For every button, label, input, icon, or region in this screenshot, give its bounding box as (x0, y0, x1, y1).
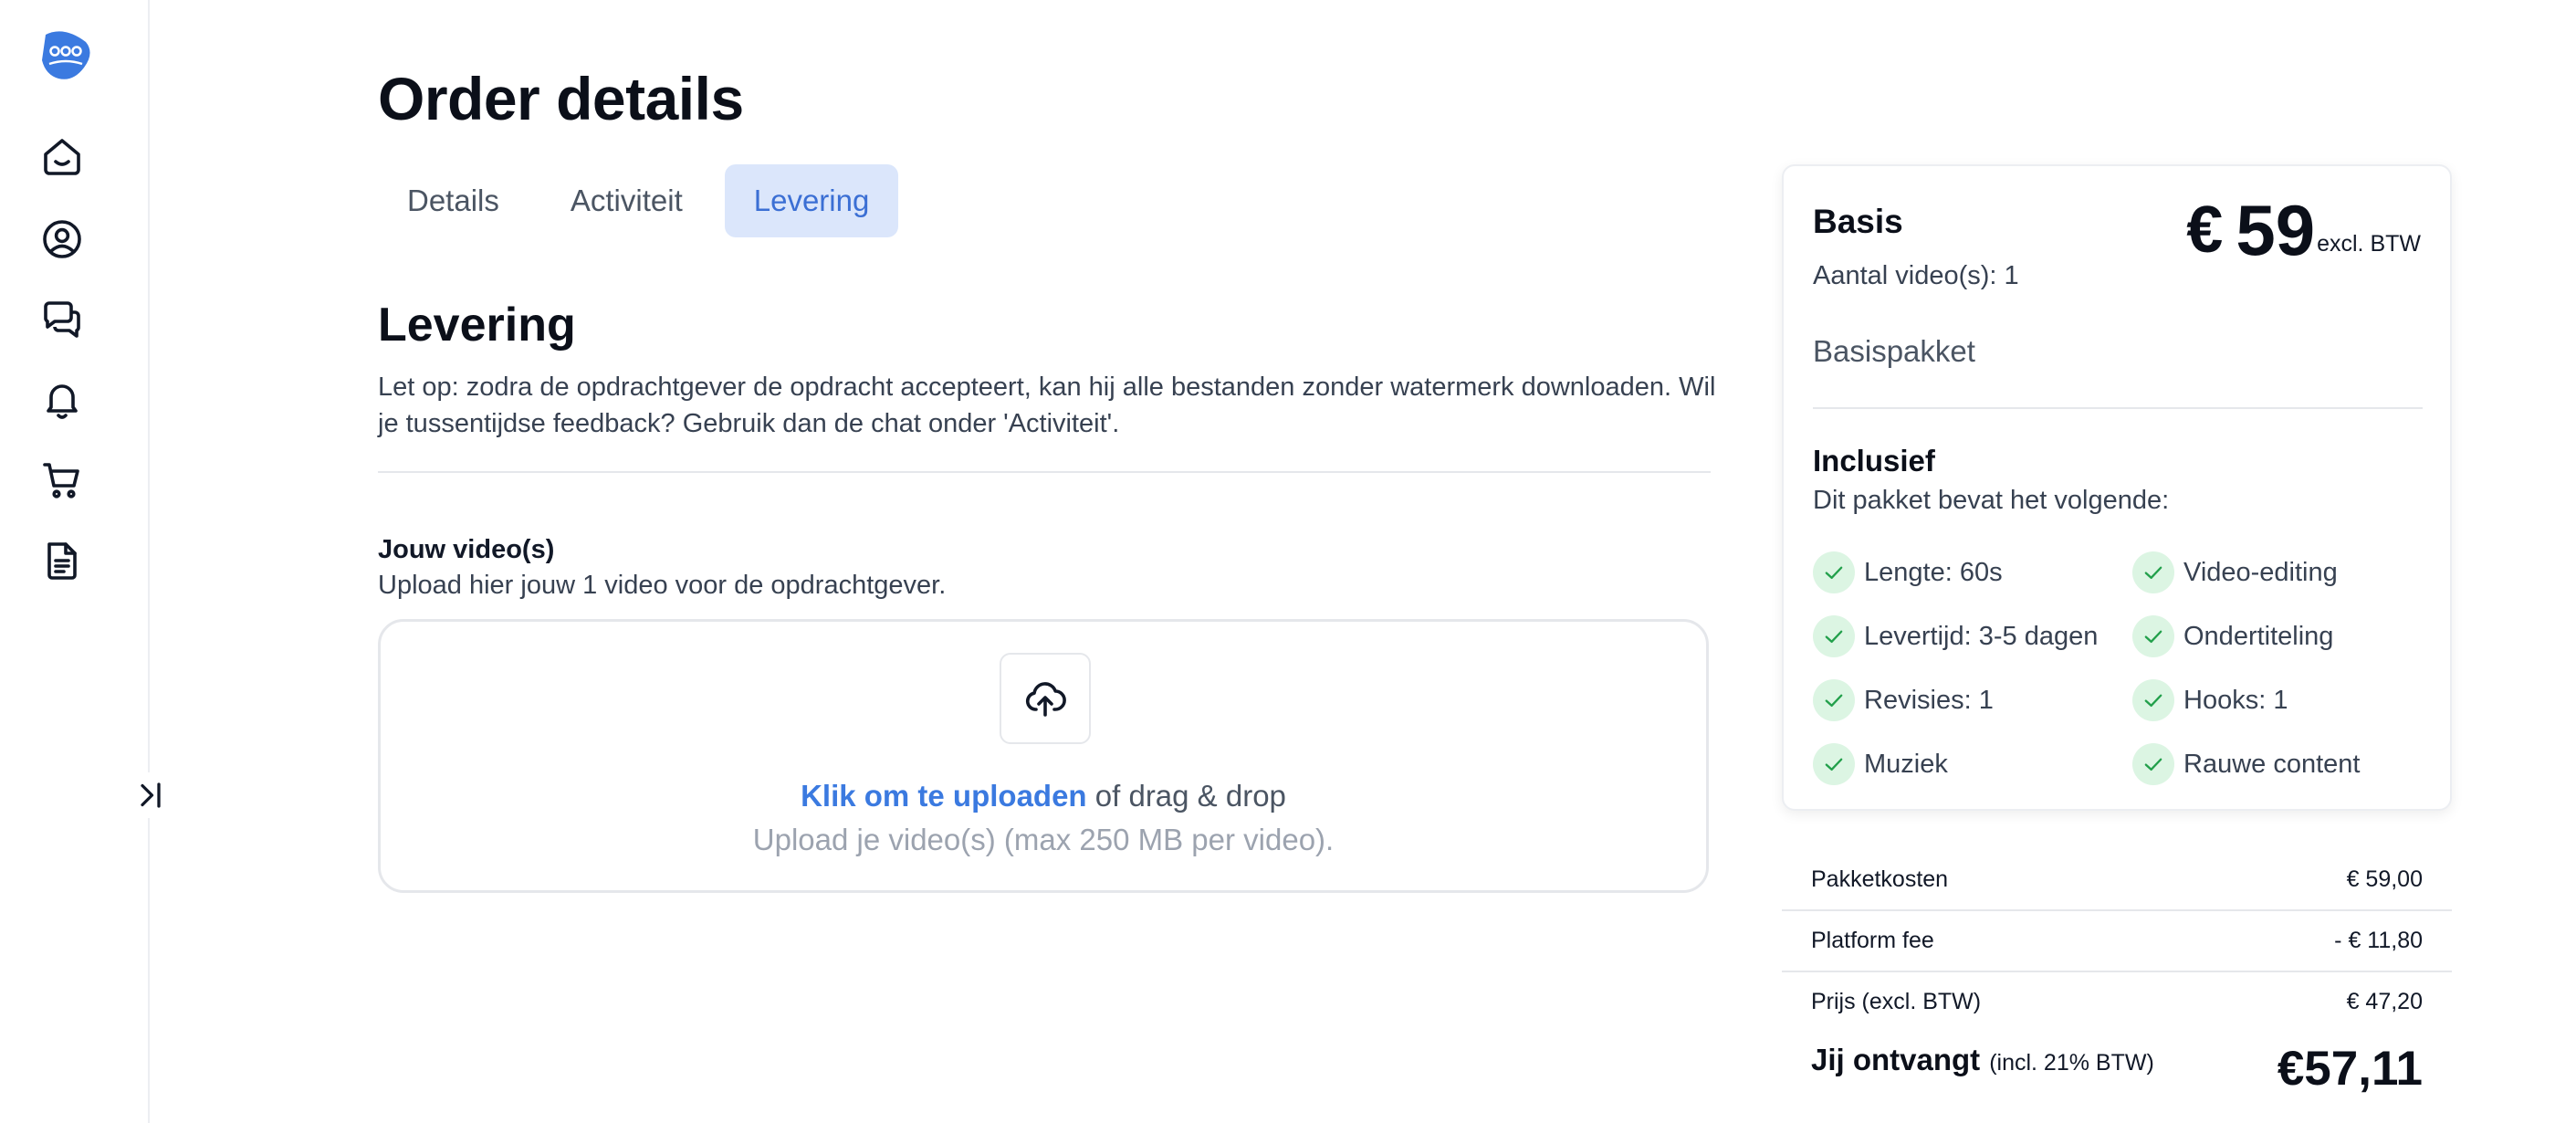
nav-profile[interactable] (37, 214, 88, 265)
package-type: Basispakket (1813, 334, 1975, 368)
included-subtitle: Dit pakket bevat het volgende: (1813, 486, 2170, 515)
nav-home[interactable] (37, 131, 88, 183)
price-currency: € (2186, 194, 2224, 267)
videos-subtitle: Upload hier jouw 1 video voor de opdrach… (378, 571, 947, 600)
feature-label: Lengte: 60s (1864, 557, 2003, 587)
feature-label: Hooks: 1 (2183, 685, 2288, 715)
collapse-sidebar-icon (141, 782, 161, 808)
section-description: Let op: zodra de opdrachtgever de opdrac… (378, 373, 1716, 438)
package-video-count: Aantal video(s): 1 (1813, 261, 2019, 290)
summary-value: € 59,00 (2346, 866, 2423, 892)
card-divider (1813, 407, 2423, 409)
summary-row-package-cost: Pakketkosten € 59,00 (1782, 849, 2452, 909)
feature-label: Video-editing (2183, 557, 2338, 587)
home-icon (44, 139, 80, 175)
tab-levering[interactable]: Levering (724, 164, 899, 237)
feature-label: Ondertiteling (2183, 621, 2334, 651)
feature-item: Video-editing (2132, 551, 2338, 593)
nav-documents[interactable] (37, 535, 88, 586)
upload-drag-text: of drag & drop (1086, 779, 1286, 813)
nav-cart[interactable] (37, 455, 88, 506)
price-vat-note: excl. BTW (2317, 231, 2421, 257)
chat-icon (44, 301, 80, 338)
upload-dropzone[interactable]: Klik om te uploaden of drag & drop Uploa… (378, 619, 1709, 893)
nav-chat[interactable] (37, 294, 88, 345)
user-circle-icon (43, 220, 81, 258)
bell-icon (47, 384, 78, 419)
summary-row-platform-fee: Platform fee - € 11,80 (1782, 910, 2452, 971)
check-icon (2132, 551, 2174, 593)
check-icon (1813, 679, 1855, 721)
feature-item: Revisies: 1 (1813, 679, 1994, 721)
upload-icon-box[interactable] (1000, 653, 1091, 744)
feature-item: Hooks: 1 (2132, 679, 2288, 721)
check-icon (1813, 551, 1855, 593)
upload-instructions: Klik om te uploaden of drag & drop (381, 779, 1706, 813)
feature-label: Muziek (1864, 749, 1948, 779)
logo-icon[interactable] (37, 27, 93, 84)
check-icon (2132, 679, 2174, 721)
summary-label: Pakketkosten (1811, 866, 1949, 892)
divider (378, 471, 1711, 473)
tab-activiteit[interactable]: Activiteit (541, 164, 712, 237)
package-card: Basis Aantal video(s): 1 € 59 excl. BTW … (1782, 164, 2452, 811)
feature-label: Rauwe content (2183, 749, 2361, 779)
upload-cloud-icon (1025, 682, 1066, 717)
summary-value: - € 11,80 (2334, 927, 2423, 953)
check-icon (2132, 743, 2174, 785)
videos-label: Jouw video(s) (378, 535, 555, 564)
tab-details[interactable]: Details (378, 164, 529, 237)
feature-item: Lengte: 60s (1813, 551, 2003, 593)
package-price: € 59 excl. BTW (2186, 194, 2421, 267)
cart-icon (43, 463, 79, 499)
collapse-sidebar-button[interactable] (128, 772, 173, 818)
summary-value: € 47,20 (2346, 988, 2423, 1014)
summary-label: Platform fee (1811, 927, 1934, 953)
receive-vat-note: (incl. 21% BTW) (1989, 1050, 2154, 1076)
document-icon (47, 542, 77, 580)
upload-link[interactable]: Klik om te uploaden (801, 779, 1087, 813)
feature-label: Revisies: 1 (1864, 685, 1994, 715)
summary-label: Prijs (excl. BTW) (1811, 988, 1982, 1014)
receive-total: €57,11 (2277, 1042, 2423, 1096)
package-name: Basis (1813, 203, 1903, 240)
feature-item: Ondertiteling (2132, 615, 2333, 657)
section-title: Levering (378, 299, 576, 352)
nav-notifications[interactable] (37, 374, 88, 425)
check-icon (1813, 615, 1855, 657)
included-title: Inclusief (1813, 444, 1935, 478)
summary-row-price-excl: Prijs (excl. BTW) € 47,20 (1782, 971, 2452, 1032)
feature-item: Levertijd: 3-5 dagen (1813, 615, 2098, 657)
feature-label: Levertijd: 3-5 dagen (1864, 621, 2099, 651)
feature-item: Rauwe content (2132, 743, 2360, 785)
tab-bar: Details Activiteit Levering (378, 164, 899, 237)
page-title: Order details (378, 65, 744, 132)
receive-label-group: Jij ontvangt (incl. 21% BTW) (1811, 1043, 2154, 1077)
price-amount: 59 (2236, 190, 2316, 270)
feature-item: Muziek (1813, 743, 1948, 785)
receive-label: Jij ontvangt (1811, 1043, 1981, 1076)
sidebar (0, 0, 150, 1123)
upload-hint: Upload je video(s) (max 250 MB per video… (752, 823, 1335, 856)
check-icon (1813, 743, 1855, 785)
check-icon (2132, 615, 2174, 657)
